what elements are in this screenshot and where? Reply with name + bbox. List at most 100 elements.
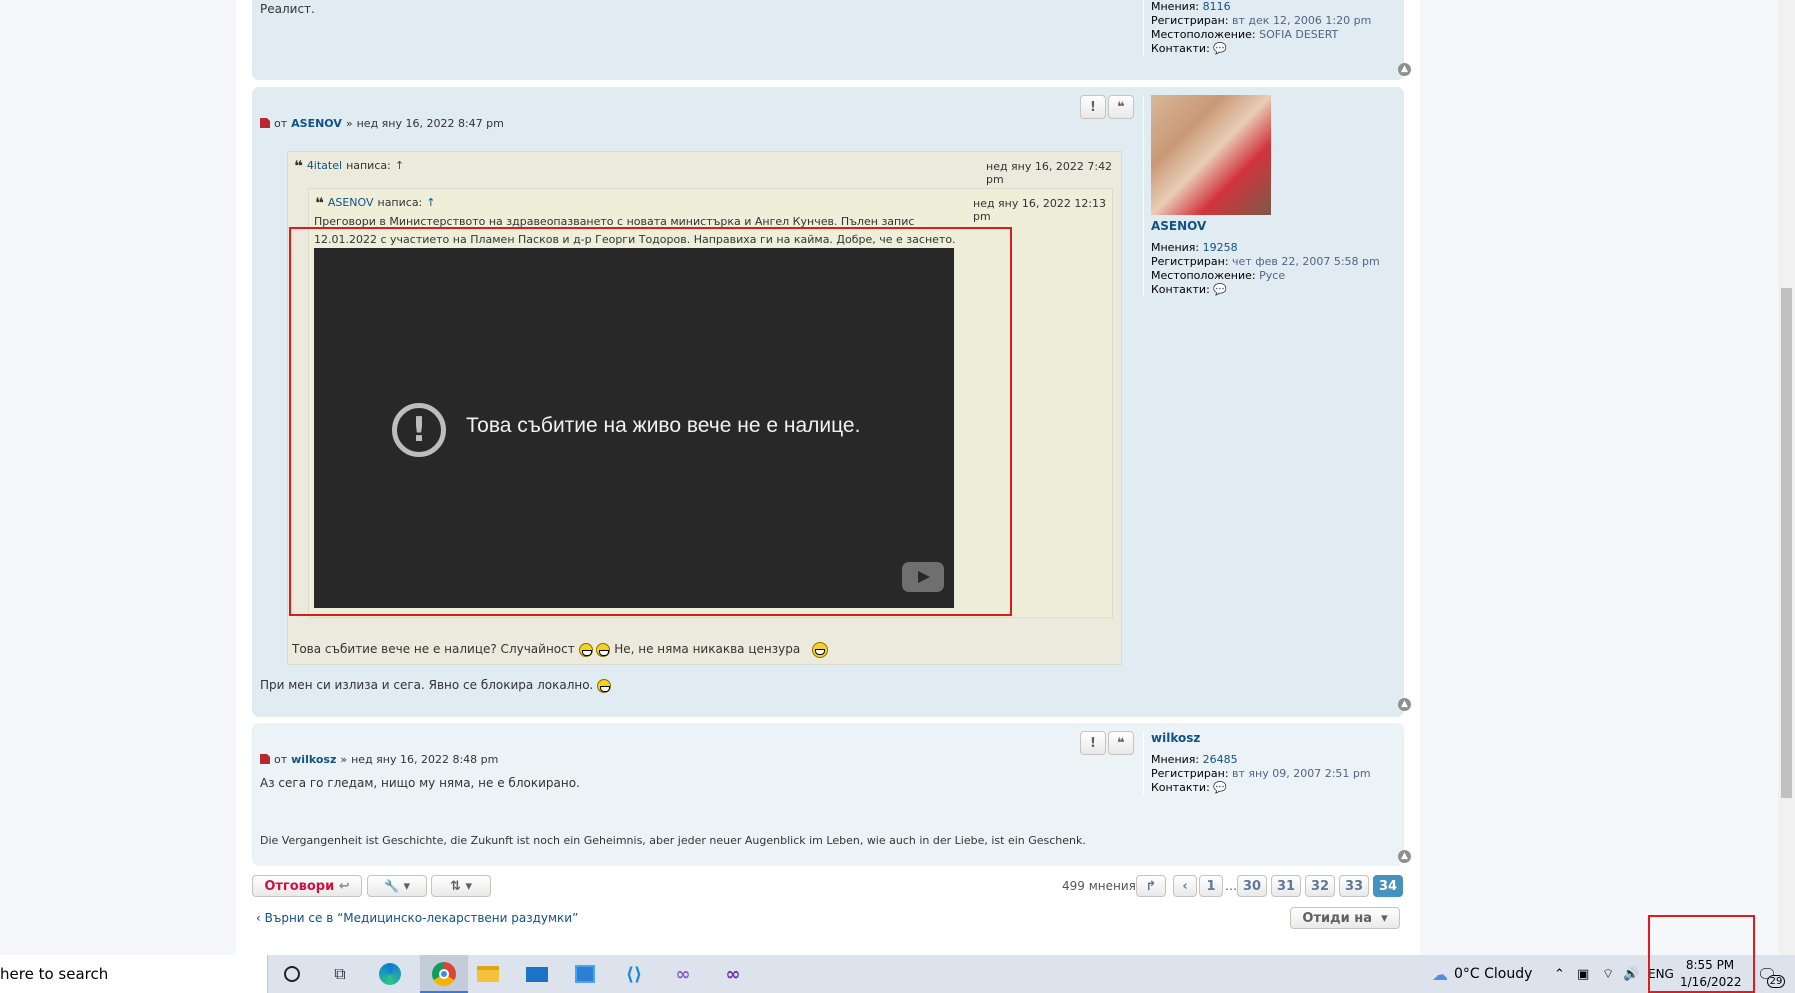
chrome-icon-active[interactable] — [420, 955, 468, 993]
post-date: нед яну 16, 2022 8:48 pm — [351, 752, 499, 766]
prev-page-button[interactable]: ‹ — [1173, 875, 1197, 897]
weather-text: 0°C Cloudy — [1454, 966, 1533, 982]
file-explorer-icon[interactable] — [475, 961, 501, 987]
weather-widget[interactable]: ☁ 0°C Cloudy — [1432, 955, 1532, 993]
profile-username[interactable]: wilkosz — [1151, 731, 1371, 745]
report-button[interactable]: ! — [1080, 95, 1106, 119]
network-icon[interactable]: ⌔ — [1602, 955, 1614, 993]
post-previous: Реалист. Мнения: 8116 Регистриран: вт де… — [252, 0, 1411, 80]
edge-icon[interactable] — [377, 961, 403, 987]
quote-date: нед яну 16, 2022 7:42 pm — [986, 160, 1113, 186]
post-text: Аз сега го гледам, нищо му няма, не е бл… — [260, 776, 580, 790]
sort-dropdown[interactable]: ⇅ ▾ — [431, 875, 491, 897]
chevron-down-icon: ▾ — [1381, 910, 1388, 926]
wrote-label: написа: — [377, 196, 423, 209]
posts-label: Мнения: — [1151, 753, 1200, 766]
store-icon[interactable] — [572, 961, 598, 987]
back-to-top-icon[interactable]: ▲ — [1398, 63, 1411, 76]
posts-count[interactable]: 19258 — [1203, 241, 1238, 254]
sort-icon: ⇅ — [450, 878, 461, 894]
contact-icon[interactable]: 💬 — [1213, 283, 1227, 296]
quote-source-link[interactable]: ↑ — [426, 196, 435, 209]
page-32[interactable]: 32 — [1305, 875, 1335, 897]
reg-date: чет фев 22, 2007 5:58 pm — [1232, 255, 1380, 268]
highlight-box-video — [289, 227, 1012, 616]
jump-label: Отиди на — [1302, 910, 1372, 926]
meet-icon[interactable]: ▣ — [1577, 955, 1589, 993]
reg-date: вт дек 12, 2006 1:20 pm — [1232, 14, 1372, 27]
page-1[interactable]: 1 — [1199, 875, 1223, 897]
page-31[interactable]: 31 — [1271, 875, 1301, 897]
page-34-current[interactable]: 34 — [1373, 875, 1403, 897]
vscode-icon[interactable]: ⟨⟩ — [621, 961, 647, 987]
post-date: нед яну 16, 2022 8:47 pm — [356, 116, 504, 130]
page-scrollbar[interactable] — [1778, 0, 1795, 955]
reg-label: Регистриран: — [1151, 255, 1229, 268]
mail-icon[interactable] — [524, 961, 550, 987]
posts-label: Мнения: — [1151, 241, 1200, 254]
profile-username[interactable]: ASENOV — [1151, 219, 1380, 233]
by-label: от — [274, 752, 288, 766]
grin-smiley-icon — [596, 642, 611, 657]
post-author-line: от wilkosz » нед яну 16, 2022 8:48 pm — [260, 751, 498, 767]
post-profile: ASENOV Мнения: 19258 Регистриран: чет фе… — [1143, 95, 1380, 297]
post-body-text: При мен си излиза и сега. Явно се блокир… — [260, 676, 612, 694]
page-30[interactable]: 30 — [1237, 875, 1267, 897]
jump-to-dropdown[interactable]: Отиди на ▾ — [1290, 907, 1400, 929]
task-view-icon[interactable]: ⧉ — [327, 961, 353, 987]
report-button[interactable]: ! — [1080, 731, 1106, 755]
quote-icon: ❝ — [294, 156, 303, 175]
wrote-label: написа: — [346, 159, 391, 172]
posts-label: Мнения: — [1151, 0, 1200, 13]
author-link[interactable]: ASENOV — [291, 117, 342, 130]
quote-author-link[interactable]: ASENOV — [328, 196, 374, 209]
post-wilkosz: от wilkosz » нед яну 16, 2022 8:48 pm ! … — [252, 723, 1411, 866]
quote-button[interactable]: ❝ — [1108, 731, 1134, 755]
tray-chevron-icon[interactable]: ⌃ — [1554, 955, 1565, 993]
quote-outer-text: Това събитие вече не е налице? Случайнос… — [292, 640, 828, 658]
separator: » — [340, 752, 348, 766]
scrollbar-thumb[interactable] — [1781, 288, 1792, 798]
author-link[interactable]: wilkosz — [291, 753, 336, 766]
page-ellipsis: … — [1225, 879, 1237, 893]
back-to-top-icon[interactable]: ▲ — [1398, 850, 1411, 863]
reply-button[interactable]: Отговори ↩ — [252, 875, 362, 897]
by-label: от — [274, 116, 288, 130]
contact-label: Контакти: — [1151, 42, 1210, 55]
taskbar-search-box[interactable]: here to search — [0, 955, 268, 993]
screen: Реалист. Мнения: 8116 Регистриран: вт де… — [0, 0, 1795, 993]
post-count: 499 мнения — [1062, 879, 1136, 893]
volume-icon[interactable]: 🔊 — [1623, 955, 1639, 993]
post-author-line: от ASENOV » нед яну 16, 2022 8:47 pm — [260, 115, 504, 131]
cortana-icon[interactable] — [279, 961, 305, 987]
location-value: SOFIA DESERT — [1259, 28, 1339, 41]
quote-author-link[interactable]: 4itatel — [307, 159, 342, 172]
chevron-down-icon: ▾ — [465, 878, 472, 894]
post-icon[interactable] — [260, 118, 270, 128]
post-profile: Мнения: 8116 Регистриран: вт дек 12, 200… — [1143, 0, 1371, 56]
quote-source-link[interactable]: ↑ — [395, 159, 404, 172]
avatar[interactable] — [1151, 95, 1271, 215]
visual-studio-icon[interactable]: ∞ — [670, 961, 696, 987]
quote-date: нед яну 16, 2022 12:13 pm — [973, 197, 1107, 223]
post-icon[interactable] — [260, 754, 270, 764]
contact-label: Контакти: — [1151, 781, 1210, 794]
visual-studio-2-icon[interactable]: ∞ — [720, 961, 746, 987]
reg-label: Регистриран: — [1151, 14, 1229, 27]
quote-button[interactable]: ❝ — [1108, 95, 1134, 119]
posts-count[interactable]: 8116 — [1203, 0, 1231, 13]
page-jump-icon[interactable]: ↱ — [1136, 875, 1166, 897]
back-to-top-icon[interactable]: ▲ — [1398, 698, 1411, 711]
contact-icon[interactable]: 💬 — [1213, 42, 1227, 55]
wrench-icon: 🔧 — [383, 879, 399, 893]
posts-count[interactable]: 26485 — [1203, 753, 1238, 766]
back-to-forum-link[interactable]: ‹ Върни се в “Медицинско-лекарствени раз… — [256, 911, 578, 925]
tools-dropdown[interactable]: 🔧 ▾ — [367, 875, 427, 897]
post-text: Реалист. — [260, 2, 315, 16]
highlight-box-clock — [1648, 915, 1755, 993]
grin-smiley-icon — [578, 642, 593, 657]
notifications-icon[interactable]: 🗨 29 — [1757, 955, 1786, 993]
reg-date: вт яну 09, 2007 2:51 pm — [1232, 767, 1371, 780]
page-33[interactable]: 33 — [1339, 875, 1369, 897]
contact-icon[interactable]: 💬 — [1213, 781, 1227, 794]
